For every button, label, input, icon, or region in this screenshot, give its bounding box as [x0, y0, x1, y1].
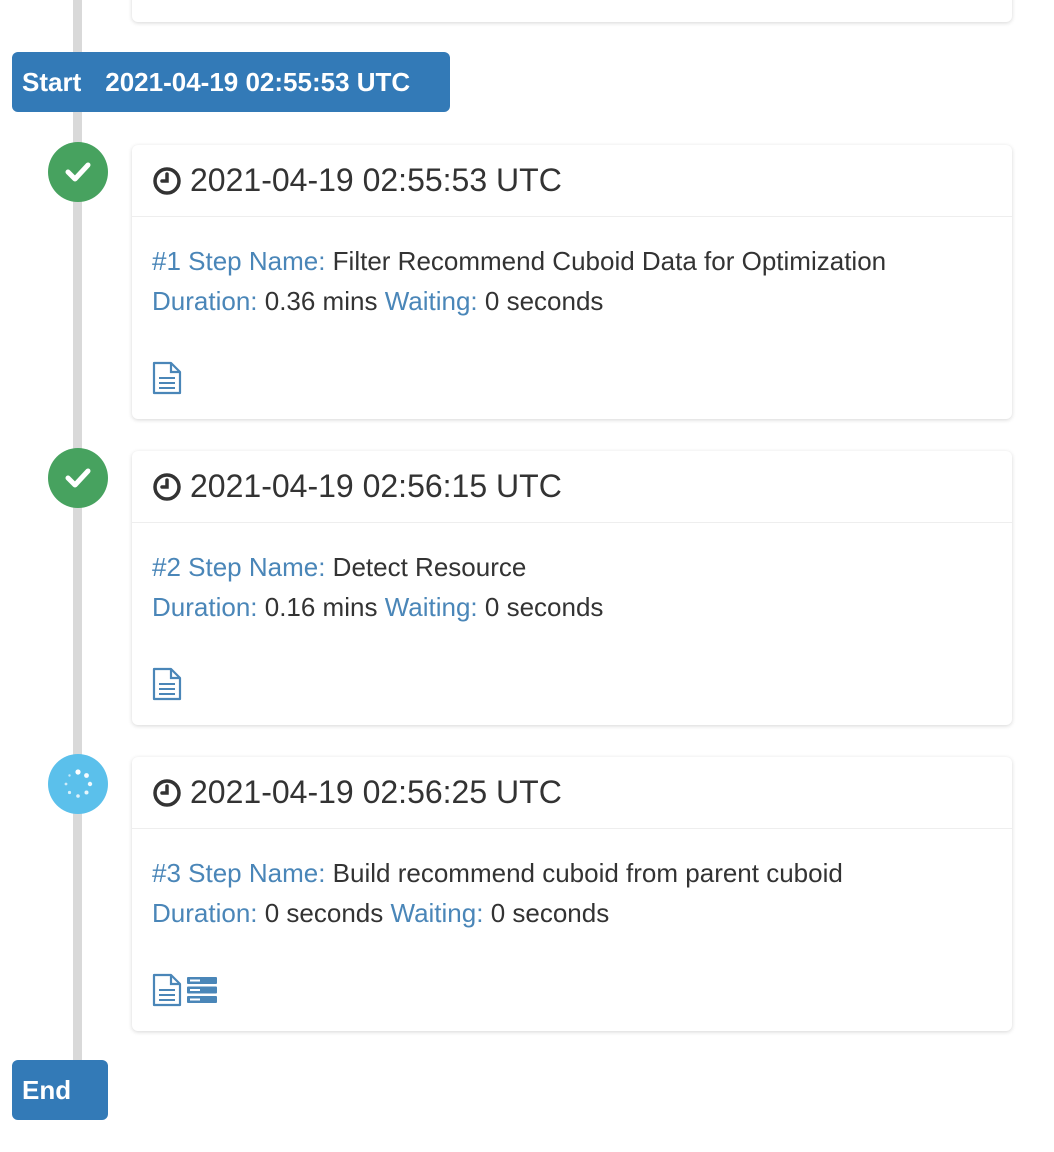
- step-1-success-icon: [48, 142, 108, 202]
- step-1-waiting-label: Waiting:: [384, 286, 478, 316]
- step-2-body: #2 Step Name: Detect Resource Duration: …: [132, 523, 1012, 627]
- step-3-waiting: 0 seconds: [490, 898, 610, 928]
- step-2-duration-label: Duration:: [152, 592, 258, 622]
- step-3-name: Build recommend cuboid from parent cuboi…: [332, 858, 843, 888]
- step-3-header: 2021-04-19 02:56:25 UTC: [132, 757, 1012, 829]
- step-1-name-label: #1 Step Name:: [152, 246, 326, 276]
- step-1-duration-label: Duration:: [152, 286, 258, 316]
- step-3-name-label: #3 Step Name:: [152, 858, 326, 888]
- step-card-2: 2021-04-19 02:56:15 UTC #2 Step Name: De…: [132, 451, 1012, 725]
- step-1-name: Filter Recommend Cuboid Data for Optimiz…: [332, 246, 887, 276]
- step-2-duration: 0.16 mins: [264, 592, 378, 622]
- step-3-duration-label: Duration:: [152, 898, 258, 928]
- server-icon[interactable]: [186, 976, 218, 1004]
- step-2-success-icon: [48, 448, 108, 508]
- step-card-1: 2021-04-19 02:55:53 UTC #1 Step Name: Fi…: [132, 145, 1012, 419]
- step-2-header: 2021-04-19 02:56:15 UTC: [132, 451, 1012, 523]
- step-card-3: 2021-04-19 02:56:25 UTC #3 Step Name: Bu…: [132, 757, 1012, 1031]
- step-1-duration: 0.36 mins: [264, 286, 378, 316]
- step-2-waiting: 0 seconds: [484, 592, 604, 622]
- timeline-end-label: End: [12, 1060, 108, 1120]
- step-3-duration: 0 seconds: [264, 898, 384, 928]
- step-2-name: Detect Resource: [332, 552, 527, 582]
- step-3-body: #3 Step Name: Build recommend cuboid fro…: [132, 829, 1012, 933]
- end-label-text: End: [22, 1074, 72, 1105]
- clock-icon: [152, 472, 182, 502]
- step-2-waiting-label: Waiting:: [384, 592, 478, 622]
- step-1-time: 2021-04-19 02:55:53 UTC: [190, 162, 562, 198]
- step-1-header: 2021-04-19 02:55:53 UTC: [132, 145, 1012, 217]
- step-2-time: 2021-04-19 02:56:15 UTC: [190, 468, 562, 504]
- start-time-text: 2021-04-19 02:55:53 UTC: [105, 66, 411, 97]
- file-text-icon[interactable]: [152, 361, 182, 395]
- step-2-actions: [152, 667, 182, 701]
- step-2-name-label: #2 Step Name:: [152, 552, 326, 582]
- previous-card-edge: [132, 0, 1012, 22]
- step-1-body: #1 Step Name: Filter Recommend Cuboid Da…: [132, 217, 1012, 321]
- file-text-icon[interactable]: [152, 973, 182, 1007]
- clock-icon: [152, 778, 182, 808]
- step-1-actions: [152, 361, 182, 395]
- step-3-actions: [152, 973, 218, 1007]
- timeline-start-label: Start 2021-04-19 02:55:53 UTC: [12, 52, 450, 112]
- start-label-text: Start: [22, 66, 82, 97]
- job-step-timeline: Start 2021-04-19 02:55:53 UTC 2021-04-19…: [0, 0, 1054, 1152]
- file-text-icon[interactable]: [152, 667, 182, 701]
- step-3-running-icon: [48, 754, 108, 814]
- clock-icon: [152, 166, 182, 196]
- step-3-time: 2021-04-19 02:56:25 UTC: [190, 774, 562, 810]
- step-1-waiting: 0 seconds: [484, 286, 604, 316]
- step-3-waiting-label: Waiting:: [390, 898, 484, 928]
